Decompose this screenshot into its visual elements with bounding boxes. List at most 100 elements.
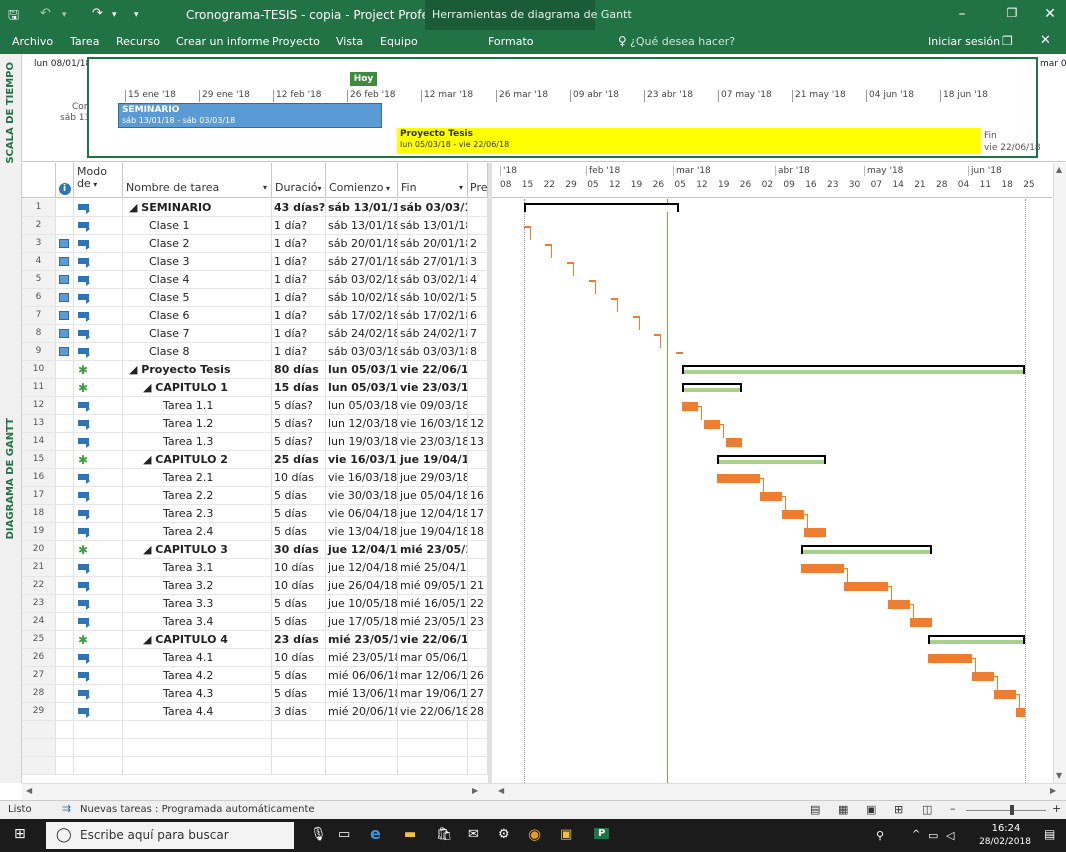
row-mode[interactable] <box>74 559 123 577</box>
row-indicator[interactable] <box>56 307 74 325</box>
row-number[interactable]: 1 <box>22 199 56 217</box>
pred-cell[interactable]: 18 <box>468 523 488 541</box>
finish-cell[interactable]: sáb 13/01/18 <box>398 217 468 235</box>
pred-cell[interactable] <box>468 469 488 487</box>
row-mode[interactable] <box>74 721 123 739</box>
row-mode[interactable] <box>74 703 123 721</box>
finish-cell[interactable]: sáb 17/02/18 <box>398 307 468 325</box>
row-number[interactable]: 21 <box>22 559 56 577</box>
row-number[interactable]: 20 <box>22 541 56 559</box>
sign-in-link[interactable]: Iniciar sesión <box>928 35 1000 48</box>
row-number[interactable]: 16 <box>22 469 56 487</box>
row-mode[interactable] <box>74 253 123 271</box>
tab-archivo[interactable]: Archivo <box>12 35 53 48</box>
task-name-cell[interactable]: Tarea 1.1 <box>123 397 272 415</box>
start-cell[interactable]: lun 19/03/18 <box>326 433 398 451</box>
task-name-cell[interactable]: Tarea 2.4 <box>123 523 272 541</box>
task-name-cell[interactable]: Tarea 3.4 <box>123 613 272 631</box>
row-number[interactable]: 2 <box>22 217 56 235</box>
task-view-icon[interactable]: ▭ <box>338 827 350 842</box>
pred-cell[interactable] <box>468 541 488 559</box>
table-row[interactable]: 25 ✱ ◢ CAPITULO 423 díasmié 23/05/18vie 22… <box>22 631 488 649</box>
zoom-slider[interactable] <box>966 810 1046 811</box>
scroll-down-icon[interactable]: ▼ <box>1056 771 1062 780</box>
table-row[interactable]: 19 Tarea 2.4 5 días vie 13/04/18 jue 19/04/1… <box>22 523 488 541</box>
windows-start-icon[interactable]: ⊞ <box>14 826 26 842</box>
row-number[interactable]: 28 <box>22 685 56 703</box>
table-row[interactable]: 13 Tarea 1.2 5 días? lun 12/03/18 vie 16/03/… <box>22 415 488 433</box>
row-indicator[interactable] <box>56 433 74 451</box>
finish-cell[interactable]: mar 12/06/18 <box>398 667 468 685</box>
pred-cell[interactable]: 26 <box>468 667 488 685</box>
scroll-up-icon[interactable]: ▲ <box>1056 165 1062 174</box>
chart-scroll-left-icon[interactable]: ◀ <box>498 786 504 795</box>
row-indicator[interactable] <box>56 577 74 595</box>
start-cell[interactable]: vie 16/03/18 <box>326 451 398 469</box>
table-row[interactable]: 22 Tarea 3.2 10 días jue 26/04/18 mié 09/05/… <box>22 577 488 595</box>
duration-cell[interactable]: 5 días? <box>272 397 326 415</box>
task-bar[interactable] <box>676 352 684 354</box>
row-number[interactable]: 25 <box>22 631 56 649</box>
summary-bar[interactable] <box>523 203 680 212</box>
pred-cell[interactable]: 13 <box>468 433 488 451</box>
row-indicator[interactable] <box>56 415 74 433</box>
row-indicator[interactable] <box>56 235 74 253</box>
table-row[interactable]: 18 Tarea 2.3 5 días vie 06/04/18 jue 12/04/1… <box>22 505 488 523</box>
customize-qat-icon[interactable]: ▾ <box>134 10 139 20</box>
finish-cell[interactable]: vie 23/03/18 <box>398 379 468 397</box>
close-icon[interactable]: ✕ <box>1040 6 1060 22</box>
pred-cell[interactable]: 28 <box>468 703 488 721</box>
task-name-cell[interactable]: Tarea 1.2 <box>123 415 272 433</box>
pred-cell[interactable] <box>468 451 488 469</box>
pred-cell[interactable] <box>468 397 488 415</box>
task-name-cell[interactable]: Clase 3 <box>123 253 272 271</box>
pred-cell[interactable] <box>468 721 488 739</box>
start-cell[interactable]: lun 05/03/18 <box>326 379 398 397</box>
table-row[interactable]: 5 Clase 41 día? sáb 03/02/18 sáb 03/02/18 4 <box>22 271 488 289</box>
start-cell[interactable]: vie 06/04/18 <box>326 505 398 523</box>
dropdown-icon[interactable]: ▾ <box>459 183 463 192</box>
table-row[interactable]: 12 Tarea 1.1 5 días? lun 05/03/18 vie 09/03/… <box>22 397 488 415</box>
table-row[interactable]: 4 Clase 31 día? sáb 27/01/18 sáb 27/01/18 3 <box>22 253 488 271</box>
row-mode[interactable] <box>74 757 123 775</box>
tab-recurso[interactable]: Recurso <box>116 35 160 48</box>
chart-scroll-right-icon[interactable]: ▶ <box>1050 786 1056 795</box>
table-row[interactable]: 29 Tarea 4.4 3 días mié 20/06/18 vie 22/06/1… <box>22 703 488 721</box>
table-row[interactable]: 23 Tarea 3.3 5 días jue 10/05/18 mié 16/05/1… <box>22 595 488 613</box>
duration-cell[interactable]: 5 días <box>272 613 326 631</box>
row-number[interactable]: 29 <box>22 703 56 721</box>
row-indicator[interactable] <box>56 559 74 577</box>
vertical-scrollbar[interactable]: ▲ ▼ <box>1053 163 1066 783</box>
finish-cell[interactable]: sáb 10/02/18 <box>398 289 468 307</box>
duration-cell[interactable]: 10 días <box>272 559 326 577</box>
start-cell[interactable]: sáb 24/02/18 <box>326 325 398 343</box>
row-indicator[interactable] <box>56 613 74 631</box>
duration-cell[interactable]: 1 día? <box>272 253 326 271</box>
pred-cell[interactable] <box>468 379 488 397</box>
row-indicator[interactable] <box>56 343 74 361</box>
app-icon[interactable]: ⚙ <box>498 827 510 842</box>
row-number[interactable]: 27 <box>22 667 56 685</box>
finish-cell[interactable]: sáb 03/02/18 <box>398 271 468 289</box>
start-cell[interactable] <box>326 739 398 757</box>
task-name-cell[interactable]: ◢ CAPITULO 2 <box>123 451 272 469</box>
pred-cell[interactable]: 21 <box>468 577 488 595</box>
finish-cell[interactable]: vie 09/03/18 <box>398 397 468 415</box>
task-name-cell[interactable]: ◢ SEMINARIO <box>123 199 272 217</box>
row-indicator[interactable] <box>56 325 74 343</box>
row-mode[interactable] <box>74 415 123 433</box>
table-row[interactable] <box>22 757 488 775</box>
header-select-all[interactable] <box>22 163 56 198</box>
duration-cell[interactable] <box>272 757 326 775</box>
row-indicator[interactable] <box>56 541 74 559</box>
duration-cell[interactable]: 1 día? <box>272 307 326 325</box>
start-cell[interactable]: sáb 13/01/18 <box>326 199 398 217</box>
duration-cell[interactable]: 10 días <box>272 469 326 487</box>
row-mode[interactable] <box>74 235 123 253</box>
task-name-cell[interactable]: Tarea 4.3 <box>123 685 272 703</box>
close-file-icon[interactable]: ✕ <box>1040 33 1051 48</box>
row-indicator[interactable] <box>56 631 74 649</box>
duration-cell[interactable]: 10 días <box>272 649 326 667</box>
start-cell[interactable]: vie 16/03/18 <box>326 469 398 487</box>
row-mode[interactable] <box>74 217 123 235</box>
